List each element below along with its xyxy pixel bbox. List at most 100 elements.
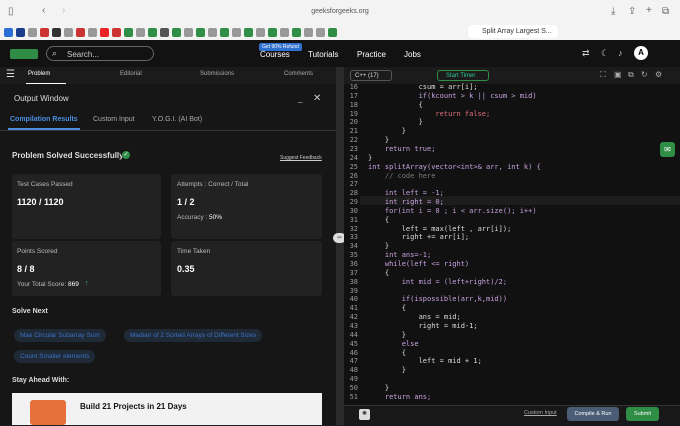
tab-problem[interactable]: Problem <box>28 71 50 77</box>
solve-next-item[interactable]: Max Circular Subarray Sum <box>14 329 106 342</box>
code-line[interactable]: right = mid-1; <box>368 322 478 330</box>
tab-favicon[interactable] <box>148 27 157 37</box>
code-line[interactable]: left = mid + 1; <box>368 357 482 365</box>
nav-courses[interactable]: Courses <box>260 50 290 59</box>
chat-icon[interactable]: ✉ <box>660 142 675 157</box>
code-line[interactable]: // code here <box>368 172 436 180</box>
pane-divider[interactable] <box>336 67 344 425</box>
tab-compilation-results[interactable]: Compilation Results <box>10 116 78 123</box>
code-line[interactable]: right += arr[i]; <box>368 233 469 241</box>
tab-overview-icon[interactable]: ⧉ <box>662 6 669 17</box>
tab-favicon[interactable] <box>328 27 337 37</box>
tab-yogi-ai-bot[interactable]: Y.O.G.I. (AI Bot) <box>152 116 202 123</box>
gfg-logo[interactable] <box>10 49 38 59</box>
tab-favicon[interactable] <box>112 27 121 37</box>
code-line[interactable]: ans = mid; <box>368 313 461 321</box>
code-line[interactable]: int left = -1; <box>368 189 444 197</box>
tab-favicon[interactable] <box>196 27 205 37</box>
close-icon[interactable]: ✕ <box>313 93 321 104</box>
solve-next-item[interactable]: Count Smaller elements <box>14 350 96 363</box>
tab-favicon[interactable] <box>28 27 37 37</box>
code-line[interactable]: } <box>368 366 406 374</box>
reset-icon[interactable]: ↻ <box>641 70 648 79</box>
start-timer-button[interactable]: Start Timer <box>437 70 489 81</box>
tab-comments[interactable]: Comments <box>284 71 313 77</box>
solve-next-item[interactable]: Median of 2 Sorted Arrays of Different S… <box>124 329 263 342</box>
code-line[interactable]: } <box>368 118 423 126</box>
tab-submissions[interactable]: Submissions <box>200 71 234 77</box>
code-line[interactable]: } <box>368 127 406 135</box>
share-icon[interactable]: ⇪ <box>628 6 636 17</box>
code-line[interactable]: while(left <= right) <box>368 260 469 268</box>
tab-favicon[interactable] <box>40 27 49 37</box>
suggest-feedback-link[interactable]: Suggest Feedback <box>280 155 322 161</box>
layout-icon[interactable]: ▣ <box>614 70 622 79</box>
code-line[interactable]: } <box>368 384 389 392</box>
lightbulb-icon[interactable]: ✺ <box>359 409 370 420</box>
code-line[interactable]: return false; <box>368 110 490 118</box>
code-line[interactable]: int right = 0; <box>368 198 444 206</box>
translate-icon[interactable]: ⇄ <box>582 48 590 59</box>
code-line[interactable]: { <box>368 349 406 357</box>
search-input[interactable]: Search... <box>46 46 154 61</box>
nav-tutorials[interactable]: Tutorials <box>308 50 338 59</box>
code-line[interactable]: else <box>368 340 419 348</box>
tab-favicon[interactable] <box>244 27 253 37</box>
code-line[interactable]: left = max(left , arr[i]); <box>368 225 512 233</box>
active-tab[interactable]: Split Array Largest S... <box>468 25 558 38</box>
tab-custom-input[interactable]: Custom Input <box>93 116 135 123</box>
tab-favicon[interactable] <box>304 27 313 37</box>
tab-favicon[interactable] <box>220 27 229 37</box>
code-line[interactable]: { <box>368 101 423 109</box>
tab-favicon[interactable] <box>4 27 13 37</box>
tab-favicon[interactable] <box>16 27 25 37</box>
bell-icon[interactable]: ♪ <box>618 48 623 58</box>
code-line[interactable]: } <box>368 136 389 144</box>
tab-favicon[interactable] <box>280 27 289 37</box>
code-line[interactable]: } <box>368 154 372 162</box>
menu-icon[interactable]: ☰ <box>6 69 15 80</box>
tab-favicon[interactable] <box>76 27 85 37</box>
code-line[interactable]: } <box>368 331 406 339</box>
code-line[interactable]: if(kcount > k || csum > mid) <box>368 92 537 100</box>
custom-input-link[interactable]: Custom Input <box>524 410 557 416</box>
avatar[interactable]: A <box>634 46 648 60</box>
code-line[interactable]: int splitArray(vector<int>& arr, int k) … <box>368 163 541 171</box>
code-line[interactable]: { <box>368 304 406 312</box>
code-line[interactable]: return ans; <box>368 393 431 401</box>
tab-favicon[interactable] <box>52 27 61 37</box>
tab-favicon[interactable] <box>124 27 133 37</box>
tab-favicon[interactable] <box>160 27 169 37</box>
tab-favicon[interactable] <box>232 27 241 37</box>
nav-practice[interactable]: Practice <box>357 50 386 59</box>
tab-favicon[interactable] <box>316 27 325 37</box>
address-bar[interactable]: geeksforgeeks.org <box>0 8 680 15</box>
new-tab-icon[interactable]: + <box>646 5 652 16</box>
tab-favicon[interactable] <box>268 27 277 37</box>
tab-favicon[interactable] <box>64 27 73 37</box>
tab-favicon[interactable] <box>208 27 217 37</box>
download-icon[interactable]: ⤓ <box>611 6 615 17</box>
code-line[interactable]: return true; <box>368 145 436 153</box>
code-line[interactable]: { <box>368 216 389 224</box>
tab-favicon[interactable] <box>100 27 109 37</box>
minimize-icon[interactable]: _ <box>298 94 302 103</box>
nav-jobs[interactable]: Jobs <box>404 50 421 59</box>
theme-icon[interactable]: ☾ <box>601 48 609 59</box>
code-line[interactable]: if(ispossible(arr,k,mid)) <box>368 295 507 303</box>
tab-favicon[interactable] <box>292 27 301 37</box>
code-line[interactable]: for(int i = 0 ; i < arr.size(); i++) <box>368 207 537 215</box>
tab-favicon[interactable] <box>88 27 97 37</box>
code-line[interactable]: int ans=-1; <box>368 251 431 259</box>
code-line[interactable]: { <box>368 269 389 277</box>
compile-run-button[interactable]: Compile & Run <box>567 407 619 421</box>
code-line[interactable]: } <box>368 242 389 250</box>
copy-icon[interactable]: ⧉ <box>628 70 634 80</box>
code-line[interactable]: csum = arr[i]; <box>368 83 478 91</box>
language-select[interactable]: C++ (17) <box>350 70 392 81</box>
tab-favicon[interactable] <box>136 27 145 37</box>
tab-favicon[interactable] <box>172 27 181 37</box>
tab-favicon[interactable] <box>184 27 193 37</box>
tab-editorial[interactable]: Editorial <box>120 71 142 77</box>
tab-favicon[interactable] <box>256 27 265 37</box>
